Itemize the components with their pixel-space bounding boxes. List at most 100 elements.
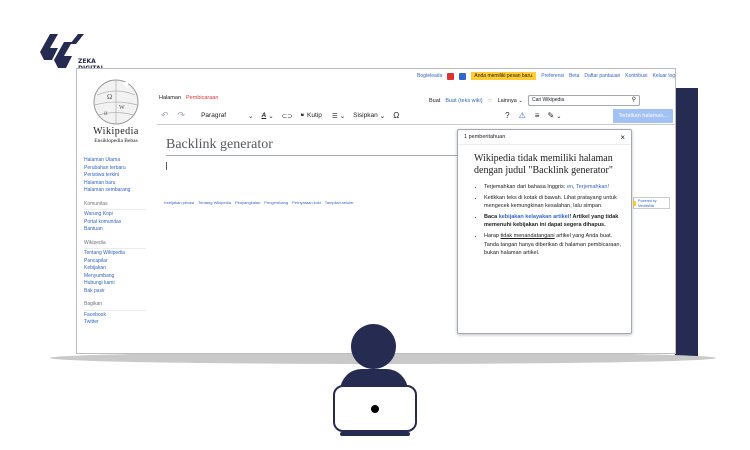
sidebar-item-recent-changes[interactable]: Perubahan terbaru [84, 165, 146, 173]
chevron-down-icon: ⌄ [556, 112, 562, 120]
notifications-icon[interactable] [447, 72, 455, 80]
watch-star-icon[interactable]: ☆ [488, 98, 493, 104]
notices-warning-icon[interactable]: ⚠ [519, 111, 526, 120]
translate-en-link[interactable]: en [567, 184, 573, 190]
insert-label: Sisipkan [353, 112, 378, 119]
sidebar-item-community-portal[interactable]: Portal komunitas [84, 219, 146, 227]
editor-toolbar: ↶ ↷ Paragraf ⌄ A ⌄ ⊂⊃ ❝ Kutip ☰ ⌄ Sisipk… [157, 107, 675, 125]
user-link[interactable]: Bogteleada [417, 73, 442, 79]
tab-more-label: Lainnya [497, 97, 517, 104]
logout-link[interactable]: Keluar log [652, 73, 675, 79]
tab-more[interactable]: Lainnya ⌄ [498, 98, 523, 104]
cite-label: Kutip [307, 112, 322, 119]
sidebar-item-help[interactable]: Bantuan [84, 226, 146, 234]
undo-icon[interactable]: ↶ [161, 110, 169, 121]
svg-text:Ω: Ω [107, 93, 112, 101]
edit-mode-pencil-icon[interactable]: ✎ [547, 111, 554, 120]
sidebar-item-sandbox[interactable]: Bak pasir [84, 288, 146, 296]
sidebar-item-facebook[interactable]: Facebook [84, 312, 146, 320]
chevron-down-icon: ⌄ [379, 112, 386, 120]
sidebar-item-new-pages[interactable]: Halaman baru [84, 180, 146, 188]
notice-header: 1 pemberitahuan × [458, 130, 631, 145]
wordmark-title: Wikipedia [93, 126, 139, 137]
sidebar-item-about[interactable]: Tentang Wikipedia [84, 250, 146, 258]
sidebar-heading-share: Bagikan [84, 301, 146, 311]
save-button[interactable]: Terbitkan halaman... [613, 109, 673, 123]
list-icon[interactable]: ☰ [332, 112, 338, 120]
sidebar-item-random-page[interactable]: Halaman sembarang [84, 187, 146, 195]
tab-page[interactable]: Halaman [159, 95, 181, 101]
sidebar: Halaman Utama Perubahan terbaru Peristiw… [84, 157, 146, 327]
personal-toolbar: Bogteleada Anda memiliki pesan baru. Pre… [77, 69, 675, 83]
sidebar-heading-community: Komunitas [84, 201, 146, 210]
sidebar-item-five-pillars[interactable]: Pancapilar [84, 258, 146, 266]
footer-developers[interactable]: Pengembang [264, 200, 288, 205]
notice-item-instructions: Ketikkan teks di kotak di bawah. Lihat p… [484, 194, 621, 211]
cite-button[interactable]: ❝ Kutip [301, 112, 322, 120]
sidebar-item-main-page[interactable]: Halaman Utama [84, 157, 146, 165]
beta-link[interactable]: Beta [569, 73, 579, 79]
laptop-stand [340, 432, 410, 436]
notice-item-policy: Baca kebijakan kelayakan artikel! Artike… [484, 213, 621, 230]
text-caret [166, 162, 167, 170]
notice-item-signature: Harap tidak menandatangani artikel yang … [484, 232, 621, 258]
wikipedia-globe-icon[interactable]: Ω W И [89, 77, 143, 127]
translate-link[interactable]: Terjemahkan! [576, 184, 609, 190]
view-tabs: Buat Buat (teks wiki) ☆ Lainnya ⌄ Cari W… [429, 95, 640, 106]
chevron-down-icon: ⌄ [339, 112, 346, 120]
watchlist-link[interactable]: Daftar pantauan [584, 73, 620, 79]
sidebar-item-village-pump[interactable]: Warung Kopi [84, 211, 146, 219]
preferences-link[interactable]: Preferensi [541, 73, 564, 79]
format-label: Paragraf [201, 112, 227, 119]
page-options-menu-icon[interactable]: ≡ [535, 111, 540, 120]
sidebar-heading-wikipedia: Wikipedia [84, 240, 146, 249]
messages-icon[interactable] [459, 72, 467, 80]
tab-talk[interactable]: Pembicaraan [186, 95, 218, 101]
svg-text:W: W [119, 105, 125, 111]
sidebar-item-current-events[interactable]: Peristiwa terkini [84, 172, 146, 180]
sidebar-item-twitter[interactable]: Twitter [84, 319, 146, 327]
laptop-back-panel [675, 88, 698, 358]
sidebar-item-donate[interactable]: Menyumbang [84, 273, 146, 281]
search-icon[interactable]: ⚲ [632, 96, 636, 105]
person-head [351, 324, 396, 369]
text-style-icon[interactable]: A [261, 112, 266, 119]
search-placeholder: Cari Wikipedia [531, 97, 565, 103]
help-icon[interactable]: ? [505, 111, 509, 120]
footer-disclaimer[interactable]: Penyangkalan [235, 200, 260, 205]
tab-create[interactable]: Buat [429, 98, 440, 104]
no-signature-link[interactable]: tidak menandatangani [501, 233, 555, 239]
notice-item-translate-text: Terjemahkan dari bahasa Inggris: [484, 184, 567, 190]
notice-item-signature-pre: Harap [484, 232, 501, 239]
sidebar-item-contact[interactable]: Hubungi kami [84, 280, 146, 288]
footer-mobile[interactable]: Tampilan seluler [325, 200, 354, 205]
footer-links: Kebijakan privasi Tentang Wikipedia Peny… [164, 200, 354, 205]
chevron-down-icon: ⌄ [268, 112, 274, 120]
laptop-icon [333, 385, 417, 432]
wikipedia-screen: Bogteleada Anda memiliki pesan baru. Pre… [76, 68, 676, 354]
link-icon[interactable]: ⊂⊃ [282, 112, 293, 120]
tab-create-source[interactable]: Buat (teks wiki) [445, 98, 482, 104]
notability-policy-link[interactable]: kebijakan kelayakan artikel [499, 214, 570, 220]
insert-dropdown[interactable]: Sisipkan ⌄ [353, 112, 385, 120]
footer-privacy[interactable]: Kebijakan privasi [164, 200, 194, 205]
notice-popup: 1 pemberitahuan × Wikipedia tidak memili… [457, 129, 632, 334]
close-icon[interactable]: × [620, 130, 625, 145]
redo-icon[interactable]: ↷ [178, 110, 186, 121]
sidebar-item-policies[interactable]: Kebijakan [84, 265, 146, 273]
footer-about[interactable]: Tentang Wikipedia [198, 200, 231, 205]
special-character-icon[interactable]: Ω [393, 111, 399, 120]
format-dropdown[interactable]: Paragraf ⌄ [201, 112, 253, 120]
footer-cookies[interactable]: Pernyataan kuki [292, 200, 321, 205]
search-input[interactable]: Cari Wikipedia ⚲ [527, 95, 640, 106]
new-message-alert[interactable]: Anda memiliki pesan baru. [471, 72, 537, 80]
mediawiki-badge[interactable]: Powered by MediaWiki [633, 197, 670, 209]
contributions-link[interactable]: Kontribusi [625, 73, 647, 79]
page-title-input[interactable]: Backlink generator [166, 137, 273, 153]
wordmark-tagline: Ensiklopedia Bebas [94, 138, 138, 144]
laptop-camera-dot [371, 405, 379, 413]
quote-icon: ❝ [300, 112, 305, 120]
wikipedia-wordmark[interactable]: Wikipedia Ensiklopedia Bebas [83, 126, 149, 144]
brand-line1: ZEKA [78, 58, 96, 65]
svg-text:И: И [104, 112, 108, 117]
